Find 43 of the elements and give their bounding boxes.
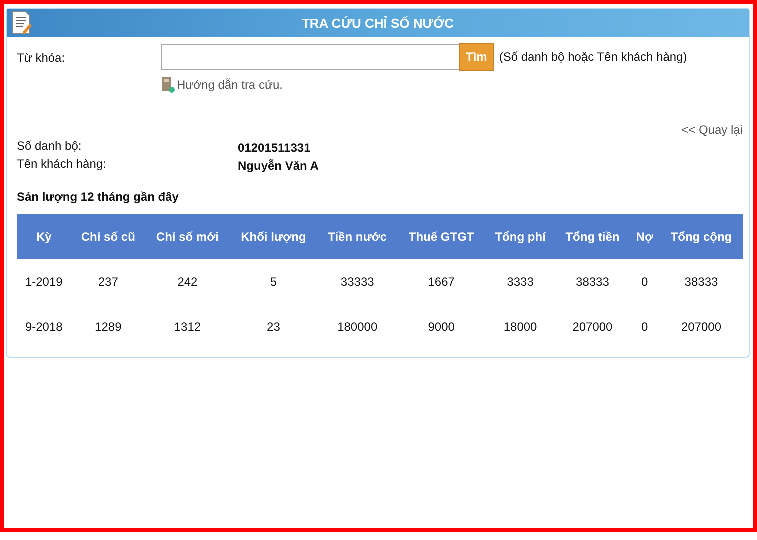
column-header: Tiền nước	[318, 214, 398, 259]
table-cell-text: 180000	[336, 318, 379, 336]
book-icon	[161, 77, 175, 93]
column-header: Chỉ số mới	[146, 214, 230, 259]
table-cell: 38333	[556, 259, 630, 304]
back-link[interactable]: << Quay lại	[682, 123, 743, 137]
column-header: Tổng tiền	[556, 214, 630, 259]
column-header: Chỉ số cũ	[71, 214, 146, 259]
column-header: Khối lượng	[230, 214, 318, 259]
table-cell: 1-2019	[17, 259, 72, 304]
table-cell-text: 9000	[427, 318, 456, 336]
table-cell-text: 0	[640, 318, 650, 336]
guide-link[interactable]: Hướng dẫn tra cứu.	[177, 78, 283, 92]
table-cell-text: 207000	[572, 318, 614, 336]
keyword-label: Từ khóa:	[17, 50, 66, 65]
info-value: 01201511331	[238, 141, 311, 155]
column-header: Nợ	[630, 214, 660, 259]
table-cell-text: 9-2018	[24, 318, 64, 336]
table-cell: 3333	[485, 259, 556, 304]
panel-title: TRA CỨU CHỈ SỐ NƯỚC	[302, 16, 454, 30]
table-cell: 38333	[660, 259, 743, 304]
table-cell-text: 207000	[680, 318, 722, 336]
column-header: Thuế GTGT	[398, 214, 486, 259]
table-cell-text: 18000	[502, 318, 538, 336]
info-value: Nguyễn Văn A	[238, 159, 319, 173]
search-hint: (Số danh bộ hoặc Tên khách hàng)	[499, 50, 688, 64]
section-title: Sản lượng 12 tháng gần đây	[17, 190, 180, 204]
column-header: Kỳ	[17, 214, 72, 259]
info-label: Số danh bộ:	[17, 139, 83, 153]
table-cell: 0	[630, 259, 660, 304]
column-header: Tổng cộng	[660, 214, 743, 259]
info-label: Tên khách hàng:	[17, 157, 108, 171]
table-cell: 5	[230, 259, 318, 304]
table-cell: 242	[146, 259, 230, 304]
table-cell: 1667	[398, 259, 486, 304]
table-cell-text: 1289	[94, 318, 123, 336]
keyword-field[interactable]	[161, 44, 459, 70]
document-icon	[11, 11, 33, 35]
table-cell: 237	[71, 259, 146, 304]
table-cell: 33333	[318, 259, 398, 304]
column-header: Tổng phí	[485, 214, 556, 259]
table-cell-text: 1312	[173, 318, 202, 336]
table-cell-text: 23	[266, 318, 282, 336]
